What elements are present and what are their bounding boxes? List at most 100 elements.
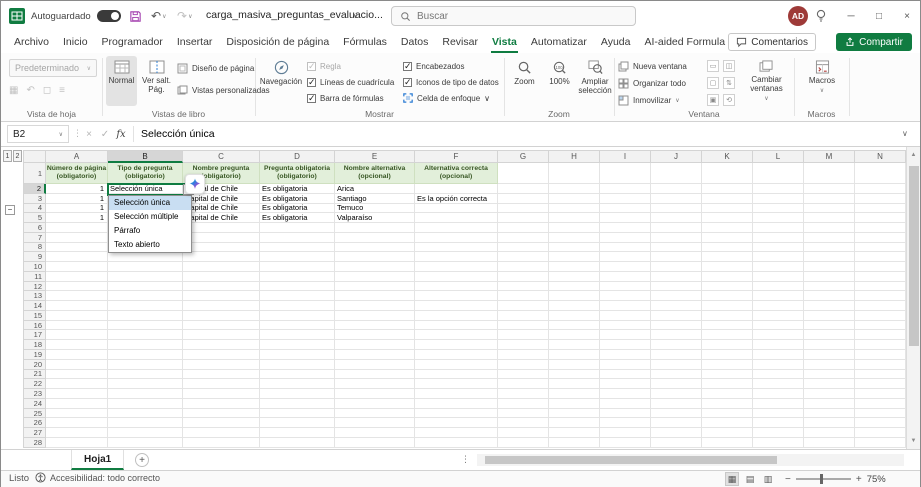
cell-E26[interactable] <box>335 418 415 428</box>
cell-K8[interactable] <box>702 243 753 253</box>
cell-A19[interactable] <box>46 350 108 360</box>
cell-H22[interactable] <box>549 379 600 389</box>
cell-G24[interactable] <box>498 399 549 409</box>
cell-I1[interactable] <box>600 163 651 184</box>
cell-N17[interactable] <box>855 330 906 340</box>
cell-M27[interactable] <box>804 428 855 438</box>
cell-A12[interactable] <box>46 282 108 292</box>
cell-I6[interactable] <box>600 223 651 233</box>
cell-L20[interactable] <box>753 360 804 370</box>
cell-I20[interactable] <box>600 360 651 370</box>
cell-C15[interactable] <box>183 311 260 321</box>
new-sheet-view-icon[interactable]: ◻ <box>43 85 51 96</box>
insert-function-icon[interactable]: fx <box>113 125 129 143</box>
sync-scroll-icon[interactable]: ⇅ <box>723 77 735 89</box>
cell-G3[interactable] <box>498 194 549 204</box>
view-side-by-side-icon[interactable]: ◫ <box>723 60 735 72</box>
cell-E14[interactable] <box>335 301 415 311</box>
cell-M22[interactable] <box>804 379 855 389</box>
cell-C25[interactable] <box>183 409 260 419</box>
cell-K5[interactable] <box>702 213 753 223</box>
cell-N18[interactable] <box>855 340 906 350</box>
scroll-up-icon[interactable]: ▲ <box>907 148 920 162</box>
cell-M5[interactable] <box>804 213 855 223</box>
horizontal-scrollbar[interactable] <box>477 454 904 466</box>
cell-H3[interactable] <box>549 194 600 204</box>
cell-L2[interactable] <box>753 184 804 194</box>
column-header-D[interactable]: D <box>260 150 335 163</box>
cell-I25[interactable] <box>600 409 651 419</box>
arrange-all-button[interactable]: Organizar todo <box>618 78 686 89</box>
cell-E7[interactable] <box>335 233 415 243</box>
cell-B12[interactable] <box>108 282 183 292</box>
cell-D6[interactable] <box>260 223 335 233</box>
cell-F16[interactable] <box>415 321 498 331</box>
cell-B28[interactable] <box>108 438 183 448</box>
cell-B15[interactable] <box>108 311 183 321</box>
cell-L3[interactable] <box>753 194 804 204</box>
cell-G2[interactable] <box>498 184 549 194</box>
cell-H21[interactable] <box>549 370 600 380</box>
row-header-14[interactable]: 14 <box>23 301 46 311</box>
column-header-G[interactable]: G <box>498 150 549 163</box>
cell-H7[interactable] <box>549 233 600 243</box>
cell-L24[interactable] <box>753 399 804 409</box>
focus-cell-button[interactable]: Celda de enfoque∨ <box>403 92 499 104</box>
cell-I3[interactable] <box>600 194 651 204</box>
dropdown-option-seleccion-unica[interactable]: Selección única <box>109 196 191 210</box>
cell-K28[interactable] <box>702 438 753 448</box>
cell-F13[interactable] <box>415 291 498 301</box>
row-header-7[interactable]: 7 <box>23 233 46 243</box>
cell-F26[interactable] <box>415 418 498 428</box>
cell-L21[interactable] <box>753 370 804 380</box>
cell-F23[interactable] <box>415 389 498 399</box>
cell-I19[interactable] <box>600 350 651 360</box>
cell-G19[interactable] <box>498 350 549 360</box>
cell-E16[interactable] <box>335 321 415 331</box>
cell-G10[interactable] <box>498 262 549 272</box>
cell-G4[interactable] <box>498 204 549 214</box>
row-header-5[interactable]: 5 <box>23 213 46 223</box>
row-header-15[interactable]: 15 <box>23 311 46 321</box>
cell-D8[interactable] <box>260 243 335 253</box>
row-header-21[interactable]: 21 <box>23 370 46 380</box>
checkbox-encabezados[interactable]: Encabezados <box>403 60 499 72</box>
cell-F18[interactable] <box>415 340 498 350</box>
cell-N19[interactable] <box>855 350 906 360</box>
cell-F7[interactable] <box>415 233 498 243</box>
cell-M14[interactable] <box>804 301 855 311</box>
close-button[interactable]: × <box>893 1 921 31</box>
cell-N13[interactable] <box>855 291 906 301</box>
row-header-10[interactable]: 10 <box>23 262 46 272</box>
cell-K27[interactable] <box>702 428 753 438</box>
row-header-1[interactable]: 1 <box>23 163 46 184</box>
cell-B1[interactable]: Tipo de pregunta(obligatorio) <box>108 163 183 184</box>
scroll-down-icon[interactable]: ▼ <box>907 434 920 448</box>
zoom-slider[interactable] <box>796 478 851 480</box>
cell-B23[interactable] <box>108 389 183 399</box>
row-header-4[interactable]: 4 <box>23 204 46 214</box>
cell-D28[interactable] <box>260 438 335 448</box>
cell-A13[interactable] <box>46 291 108 301</box>
cell-K12[interactable] <box>702 282 753 292</box>
row-header-16[interactable]: 16 <box>23 321 46 331</box>
cell-K7[interactable] <box>702 233 753 243</box>
cell-J2[interactable] <box>651 184 702 194</box>
cell-M6[interactable] <box>804 223 855 233</box>
cell-E1[interactable]: Nombre alternativa(opcional) <box>335 163 415 184</box>
custom-views-button[interactable]: Vistas personalizadas <box>177 85 270 96</box>
cell-J18[interactable] <box>651 340 702 350</box>
cell-C23[interactable] <box>183 389 260 399</box>
row-header-13[interactable]: 13 <box>23 291 46 301</box>
cell-G9[interactable] <box>498 252 549 262</box>
cell-B10[interactable] <box>108 262 183 272</box>
cell-F6[interactable] <box>415 223 498 233</box>
cell-K6[interactable] <box>702 223 753 233</box>
ribbon-tab-programador[interactable]: Programador <box>95 31 170 53</box>
cell-H15[interactable] <box>549 311 600 321</box>
cell-M4[interactable] <box>804 204 855 214</box>
cell-A20[interactable] <box>46 360 108 370</box>
cell-G25[interactable] <box>498 409 549 419</box>
cell-N23[interactable] <box>855 389 906 399</box>
cell-I4[interactable] <box>600 204 651 214</box>
